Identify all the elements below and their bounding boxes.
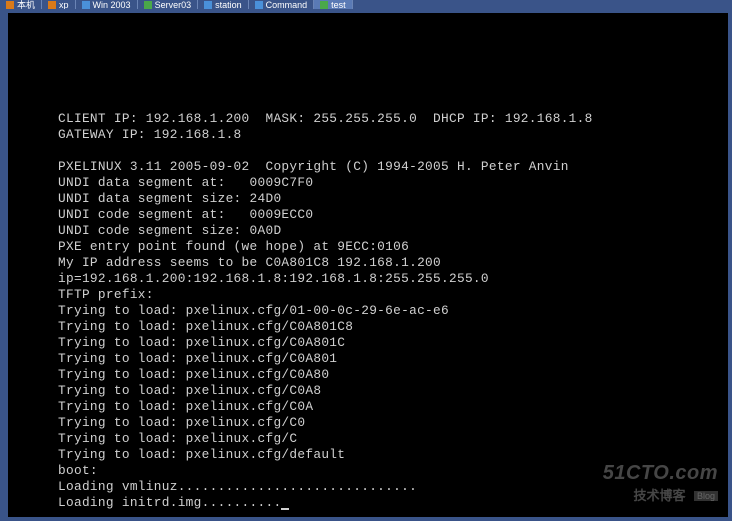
terminal-cursor xyxy=(281,508,289,510)
tab-icon xyxy=(144,1,152,9)
tab-Server03[interactable]: Server03 xyxy=(138,0,199,9)
tab-icon xyxy=(82,1,90,9)
tab-station[interactable]: station xyxy=(198,0,249,9)
terminal-output: CLIENT IP: 192.168.1.200 MASK: 255.255.2… xyxy=(8,13,728,517)
tab-本机[interactable]: 本机 xyxy=(0,0,42,9)
tab-icon xyxy=(6,1,14,9)
tab-bar: 本机xpWin 2003Server03stationCommandtest xyxy=(0,0,732,9)
tab-Win 2003[interactable]: Win 2003 xyxy=(76,0,138,9)
tab-xp[interactable]: xp xyxy=(42,0,76,9)
tab-icon xyxy=(48,1,56,9)
tab-icon xyxy=(255,1,263,9)
tab-icon xyxy=(204,1,212,9)
tab-icon xyxy=(320,1,328,9)
tab-test[interactable]: test xyxy=(314,0,353,9)
tab-Command[interactable]: Command xyxy=(249,0,315,9)
terminal-area: CLIENT IP: 192.168.1.200 MASK: 255.255.2… xyxy=(0,9,732,521)
